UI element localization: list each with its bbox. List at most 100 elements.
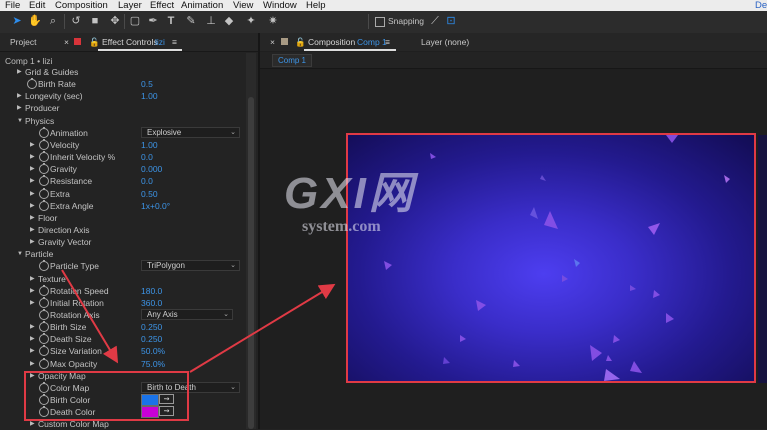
stopwatch-icon[interactable] bbox=[39, 345, 49, 357]
property-row[interactable]: ▶ Inherit Velocity % 0.0 bbox=[0, 151, 244, 163]
twirl-closed-icon[interactable]: ▶ bbox=[17, 102, 22, 114]
property-row[interactable]: ▶ Rotation Speed 180.0 bbox=[0, 284, 244, 297]
property-row[interactable]: ▶ Texture bbox=[0, 273, 244, 285]
property-row[interactable]: Birth Rate 0.5 bbox=[0, 78, 244, 90]
twirl-closed-icon[interactable]: ▶ bbox=[30, 321, 35, 333]
menu-item-layer[interactable]: Layer bbox=[118, 0, 142, 11]
panel-scrollbar[interactable] bbox=[246, 53, 256, 429]
brush-tool-icon[interactable]: ✎ bbox=[184, 14, 198, 28]
scrollbar-thumb[interactable] bbox=[248, 97, 254, 429]
property-value[interactable]: 360.0 bbox=[141, 297, 162, 309]
property-row[interactable]: Particle Type TriPolygon ⌄ bbox=[0, 260, 244, 272]
twirl-closed-icon[interactable]: ▶ bbox=[30, 188, 35, 200]
stopwatch-icon[interactable] bbox=[39, 309, 49, 320]
stopwatch-icon[interactable] bbox=[39, 357, 49, 369]
twirl-closed-icon[interactable]: ▶ bbox=[30, 139, 35, 151]
stopwatch-icon[interactable] bbox=[39, 187, 49, 199]
property-row[interactable]: Rotation Axis Any Axis ⌄ bbox=[0, 309, 244, 321]
tab-effect-controls-layer[interactable]: lizi bbox=[155, 37, 165, 47]
property-value[interactable]: 0.0 bbox=[141, 151, 153, 163]
property-dropdown[interactable]: Explosive ⌄ bbox=[141, 126, 240, 138]
close-icon[interactable]: × bbox=[64, 37, 69, 47]
stopwatch-icon[interactable] bbox=[39, 296, 49, 308]
property-value[interactable]: 0.250 bbox=[141, 333, 162, 345]
twirl-closed-icon[interactable]: ▶ bbox=[30, 273, 35, 285]
rotate-tool-icon[interactable]: ↺ bbox=[69, 14, 83, 28]
property-row[interactable]: ▶ Grid & Guides bbox=[0, 66, 244, 78]
property-value[interactable]: 0.5 bbox=[141, 78, 153, 90]
twirl-open-icon[interactable]: ▼ bbox=[17, 248, 23, 260]
twirl-closed-icon[interactable]: ▶ bbox=[17, 66, 22, 78]
property-row[interactable]: ▶ Velocity 1.00 bbox=[0, 138, 244, 151]
menu-item-composition[interactable]: Composition bbox=[55, 0, 108, 11]
twirl-closed-icon[interactable]: ▶ bbox=[30, 151, 35, 163]
property-row[interactable]: ▶ Producer bbox=[0, 102, 244, 114]
pen-tool-icon[interactable]: ✒ bbox=[146, 14, 160, 28]
stopwatch-icon[interactable] bbox=[39, 138, 49, 150]
menu-item-view[interactable]: View bbox=[233, 0, 253, 11]
panel-menu-icon[interactable]: ≡ bbox=[172, 37, 177, 47]
twirl-closed-icon[interactable]: ▶ bbox=[30, 212, 35, 224]
property-row[interactable]: ▶ Gravity Vector bbox=[0, 236, 244, 248]
snapping-checkbox[interactable] bbox=[375, 17, 385, 27]
clone-stamp-tool-icon[interactable]: ⊥ bbox=[204, 14, 218, 28]
twirl-closed-icon[interactable]: ▶ bbox=[30, 358, 35, 370]
stopwatch-icon[interactable] bbox=[39, 260, 49, 272]
twirl-closed-icon[interactable]: ▶ bbox=[30, 297, 35, 309]
property-row[interactable]: ▶ Birth Size 0.250 bbox=[0, 321, 244, 333]
property-value[interactable]: 75.0% bbox=[141, 358, 165, 370]
property-value[interactable]: 0.0 bbox=[141, 175, 153, 187]
close-icon[interactable]: × bbox=[270, 37, 275, 47]
property-row[interactable]: ▶ Floor bbox=[0, 212, 244, 224]
property-row[interactable]: ▶ Initial Rotation 360.0 bbox=[0, 296, 244, 309]
property-value[interactable]: 1.00 bbox=[141, 139, 158, 151]
property-row[interactable]: ▶ Death Size 0.250 bbox=[0, 333, 244, 345]
menu-item-edit[interactable]: Edit bbox=[29, 0, 45, 11]
property-row[interactable]: ▶ Resistance 0.0 bbox=[0, 175, 244, 187]
property-row[interactable]: ▶ Extra 0.50 bbox=[0, 187, 244, 200]
property-row[interactable]: ▼ Particle bbox=[0, 248, 244, 260]
tab-composition-name[interactable]: Comp 1 bbox=[357, 37, 387, 47]
property-row[interactable]: ▶ Longevity (sec) 1.00 bbox=[0, 90, 244, 102]
twirl-closed-icon[interactable]: ▶ bbox=[30, 175, 35, 187]
stopwatch-icon[interactable] bbox=[39, 175, 49, 187]
stopwatch-icon[interactable] bbox=[39, 163, 49, 175]
property-row[interactable]: ▶ Max Opacity 75.0% bbox=[0, 357, 244, 370]
snap-target-icon[interactable]: ⊡ bbox=[444, 14, 458, 28]
menu-item-window[interactable]: Window bbox=[263, 0, 297, 11]
property-row[interactable]: ▶ Size Variation 50.0% bbox=[0, 345, 244, 357]
twirl-closed-icon[interactable]: ▶ bbox=[30, 236, 35, 248]
property-value[interactable]: 50.0% bbox=[141, 345, 165, 357]
property-value[interactable]: 1.00 bbox=[141, 90, 158, 102]
twirl-closed-icon[interactable]: ▶ bbox=[17, 90, 22, 102]
stopwatch-icon[interactable] bbox=[39, 284, 49, 296]
property-row[interactable]: ▶ Gravity 0.000 bbox=[0, 163, 244, 175]
panel-menu-icon[interactable]: ≡ bbox=[385, 37, 390, 47]
stopwatch-icon[interactable] bbox=[39, 321, 49, 333]
property-row[interactable]: ▶ Direction Axis bbox=[0, 224, 244, 236]
hand-tool-icon[interactable]: ✋ bbox=[28, 14, 42, 28]
twirl-closed-icon[interactable]: ▶ bbox=[30, 345, 35, 357]
tab-project[interactable]: Project bbox=[10, 37, 36, 47]
stopwatch-icon[interactable] bbox=[39, 333, 49, 345]
type-tool-icon[interactable]: T bbox=[164, 14, 178, 28]
twirl-closed-icon[interactable]: ▶ bbox=[30, 200, 35, 212]
tab-layer[interactable]: Layer (none) bbox=[421, 37, 469, 47]
property-dropdown[interactable]: Any Axis ⌄ bbox=[141, 309, 233, 320]
twirl-open-icon[interactable]: ▼ bbox=[17, 115, 23, 127]
property-value[interactable]: 0.250 bbox=[141, 321, 162, 333]
rectangle-tool-icon[interactable]: ▢ bbox=[128, 14, 142, 28]
zoom-tool-icon[interactable]: ⌕ bbox=[46, 14, 60, 28]
property-dropdown[interactable]: TriPolygon ⌄ bbox=[141, 260, 240, 272]
lock-icon[interactable]: 🔓 bbox=[89, 37, 100, 48]
property-value[interactable]: 180.0 bbox=[141, 285, 162, 297]
twirl-closed-icon[interactable]: ▶ bbox=[30, 333, 35, 345]
pan-behind-tool-icon[interactable]: ✥ bbox=[108, 14, 122, 28]
property-value[interactable]: 1x+0.0° bbox=[141, 200, 170, 212]
stopwatch-icon[interactable] bbox=[39, 126, 49, 138]
roto-brush-tool-icon[interactable]: ✦ bbox=[244, 14, 258, 28]
twirl-closed-icon[interactable]: ▶ bbox=[30, 163, 35, 175]
tab-composition[interactable]: Composition bbox=[308, 37, 355, 47]
lock-icon[interactable]: 🔓 bbox=[295, 37, 306, 48]
menu-item-help[interactable]: Help bbox=[306, 0, 326, 11]
